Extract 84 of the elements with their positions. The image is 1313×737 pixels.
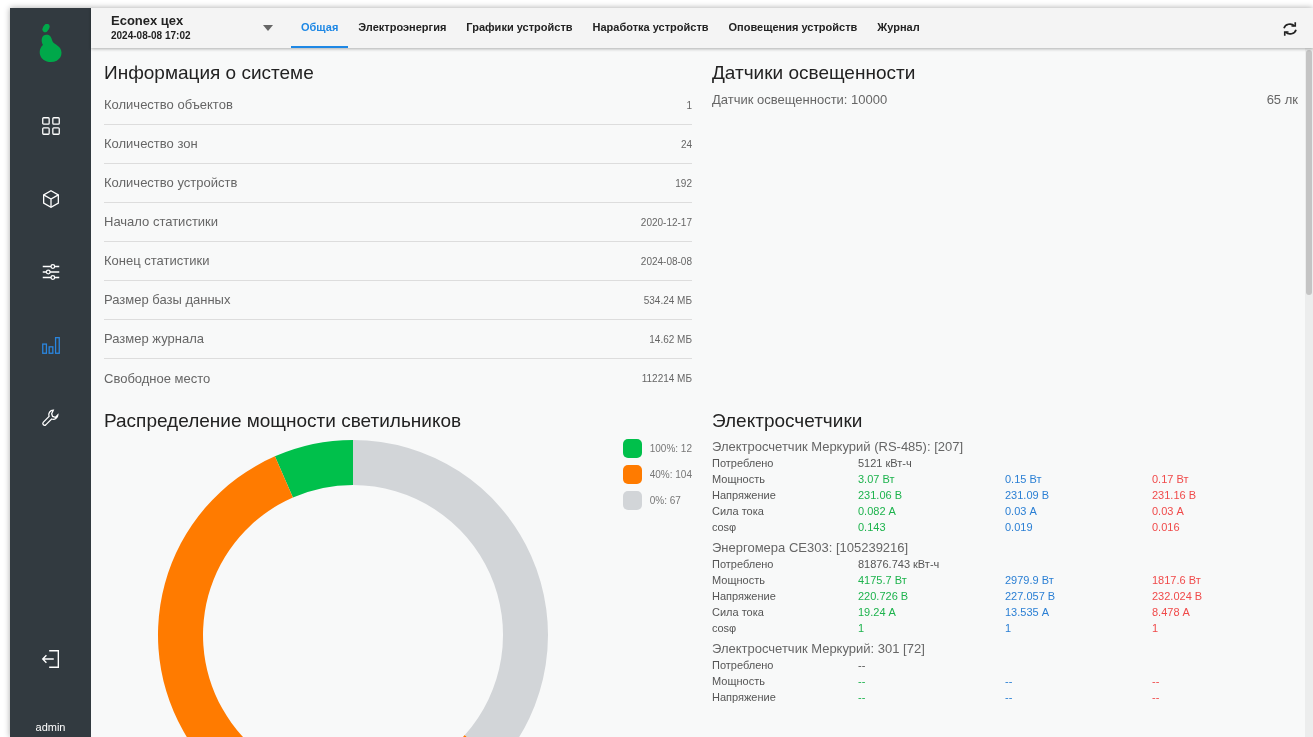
meter-value: 227.057 В	[1005, 589, 1057, 604]
meter-label: Сила тока	[712, 504, 765, 519]
info-label: Начало статистики	[104, 213, 219, 232]
meter-value: 2979.9 Вт	[1005, 573, 1055, 588]
meter-value: --	[858, 658, 867, 673]
meter-value: --	[1152, 674, 1161, 689]
meter-name: Электросчетчик Меркурий (RS-485): [207]	[712, 438, 965, 455]
info-label: Количество объектов	[104, 96, 233, 115]
meter-value: 0.082 А	[858, 504, 897, 519]
info-label: Конец статистики	[104, 252, 210, 271]
section-title: Датчики освещенности	[712, 61, 917, 85]
meter-value: --	[858, 674, 867, 689]
meter-value: 0.016	[1152, 520, 1181, 535]
meter-value: 0.019	[1005, 520, 1034, 535]
meter-value: 19.24 А	[858, 605, 897, 620]
info-value: 192	[675, 176, 692, 191]
meter-value: 1	[1152, 621, 1160, 636]
meter-value: 0.143	[858, 520, 887, 535]
username: admin	[35, 719, 66, 735]
tab[interactable]: Журнал	[867, 8, 930, 48]
meter-label: cosφ	[712, 520, 738, 535]
sensor-label: Датчик освещенности: 10000	[712, 91, 888, 109]
legend-label: 0%: 67	[649, 494, 681, 508]
meter-name: Электросчетчик Меркурий: 301 [72]	[712, 640, 926, 657]
info-label: Размер базы данных	[104, 291, 231, 310]
meter-value: 13.535 А	[1005, 605, 1051, 620]
meter-label: Мощность	[712, 674, 766, 689]
meter-label: Напряжение	[712, 690, 777, 705]
scrollbar-thumb[interactable]	[1306, 50, 1312, 295]
meter-value: 220.726 В	[858, 589, 910, 604]
meter-value: --	[1005, 674, 1014, 689]
meter-value: --	[1005, 690, 1014, 705]
meter-label: cosφ	[712, 621, 738, 636]
meter-value: 232.024 В	[1152, 589, 1204, 604]
info-label: Количество устройств	[104, 174, 238, 193]
meter-name: Энергомера CE303: [105239216]	[712, 539, 910, 556]
dropdown-caret-icon[interactable]	[263, 25, 273, 31]
section-title: Информация о системе	[104, 61, 315, 85]
tab[interactable]: Графики устройств	[456, 8, 583, 48]
meter-label: Сила тока	[712, 605, 765, 620]
tab[interactable]: Наработка устройств	[582, 8, 719, 48]
meter-label: Потреблено	[712, 557, 775, 572]
meter-value: 81876.743 кВт-ч	[858, 557, 941, 572]
section-title: Распределение мощности светильников	[104, 409, 463, 433]
meter-label: Мощность	[712, 573, 766, 588]
info-label: Количество зон	[104, 135, 198, 154]
meter-value: 3.07 Вт	[858, 472, 896, 487]
legend-label: 40%: 104	[649, 468, 692, 482]
info-value: 112214 МБ	[641, 372, 692, 386]
tab[interactable]: Электроэнергия	[348, 8, 457, 48]
meter-value: 231.06 В	[858, 488, 904, 503]
meter-value: 231.09 В	[1005, 488, 1051, 503]
info-value: 2024-08-08	[640, 254, 692, 269]
tab[interactable]: Оповещения устройств	[718, 8, 868, 48]
meter-value: 0.03 А	[1152, 504, 1185, 519]
info-label: Свободное место	[104, 369, 211, 388]
meter-value: 4175.7 Вт	[858, 573, 908, 588]
meter-value: --	[1152, 690, 1161, 705]
meter-value: --	[858, 690, 867, 705]
site-title: Econex цех	[111, 13, 185, 28]
meter-value: 0.03 А	[1005, 504, 1038, 519]
legend-label: 100%: 12	[649, 442, 692, 456]
meter-value: 0.17 Вт	[1152, 472, 1190, 487]
meter-value: 1	[858, 621, 866, 636]
meter-label: Потреблено	[712, 456, 775, 471]
info-value: 534.24 МБ	[643, 293, 692, 308]
meter-value: 1817.6 Вт	[1152, 573, 1202, 588]
sensor-value: 65 лк	[1266, 91, 1298, 109]
meter-value: 1	[1005, 621, 1013, 636]
date-time: 2024-08-08 17:02	[111, 28, 191, 43]
meter-value: 231.16 В	[1152, 488, 1198, 503]
meter-value: 5121 кВт-ч	[858, 456, 913, 471]
info-label: Размер журнала	[104, 330, 204, 349]
meter-value: 8.478 А	[1152, 605, 1191, 620]
info-value: 2020-12-17	[640, 215, 692, 230]
info-value: 1	[686, 98, 692, 113]
meter-label: Потреблено	[712, 658, 775, 673]
meter-value: 0.15 Вт	[1005, 472, 1043, 487]
meter-label: Мощность	[712, 472, 766, 487]
section-title: Электросчетчики	[712, 409, 864, 433]
info-value: 14.62 МБ	[649, 332, 692, 347]
info-value: 24	[680, 137, 692, 152]
meter-label: Напряжение	[712, 488, 777, 503]
meter-label: Напряжение	[712, 589, 777, 604]
